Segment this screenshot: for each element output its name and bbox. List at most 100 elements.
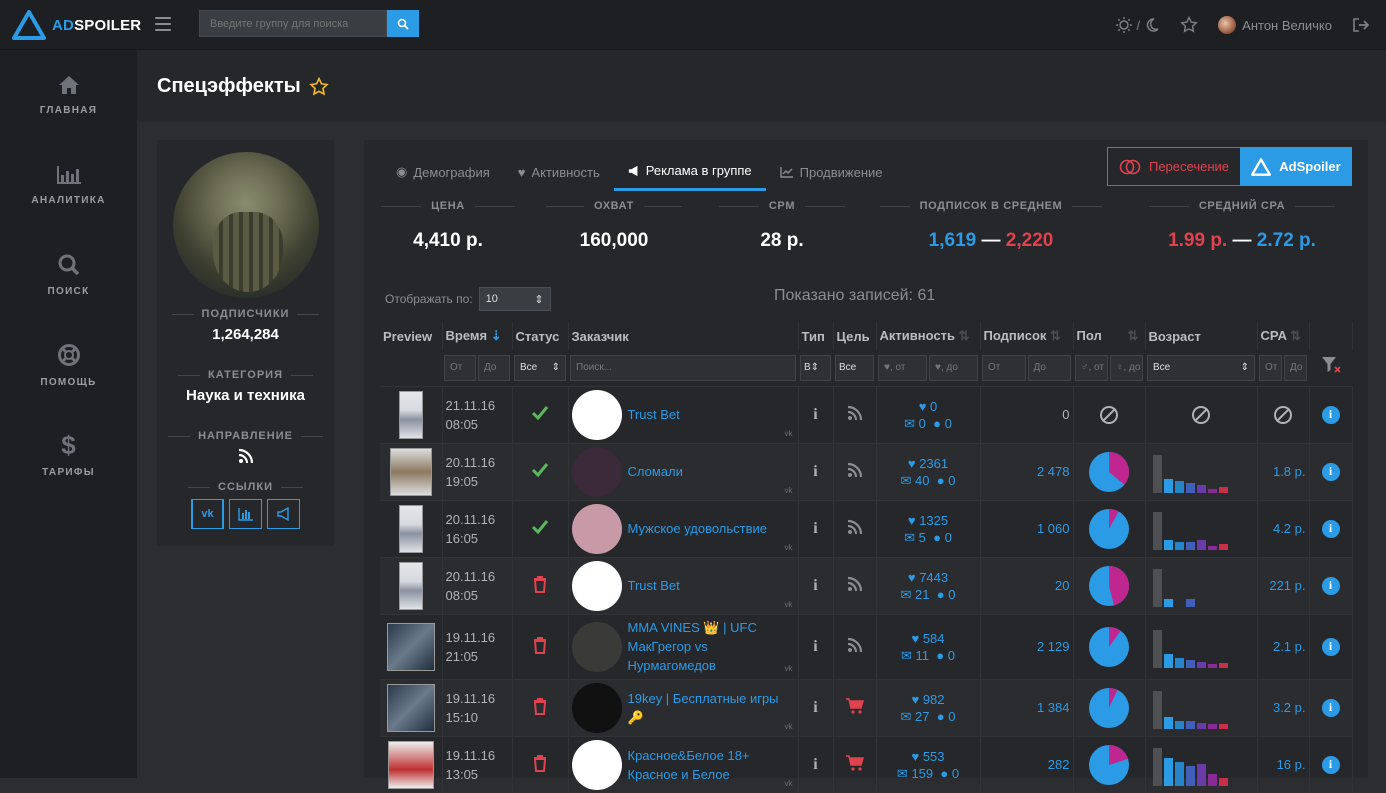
logo-text: ADSPOILER — [52, 16, 142, 34]
vk-link-button[interactable]: vk — [191, 499, 224, 529]
info-icon[interactable]: i — [1321, 462, 1340, 481]
favorite-star-icon[interactable] — [308, 76, 329, 97]
type-filter[interactable]: В ⇕ — [800, 354, 831, 381]
customer-avatar[interactable] — [571, 560, 622, 611]
sidebar-item-home[interactable]: ГЛАВНАЯ — [0, 50, 137, 140]
per-page-select[interactable]: 10 ⇕ — [478, 287, 551, 311]
customer-avatar[interactable] — [571, 446, 622, 497]
status-filter[interactable]: Все ⇕ — [514, 354, 566, 381]
trash-icon[interactable] — [533, 697, 547, 715]
cpa-from-input[interactable]: От — [1259, 354, 1282, 381]
time-from-input[interactable]: От — [444, 354, 476, 381]
sidebar-item-search[interactable]: ПОИСК — [0, 230, 137, 320]
logo[interactable]: ADSPOILER — [12, 9, 141, 41]
info-icon[interactable]: i — [1321, 576, 1340, 595]
trash-icon[interactable] — [533, 575, 547, 593]
clear-filter-icon[interactable] — [1321, 356, 1341, 374]
post-preview[interactable] — [398, 561, 423, 610]
records-count: Показано записей: 61 — [774, 287, 936, 304]
activity-to-input[interactable]: ♥, до — [929, 354, 978, 381]
post-preview[interactable] — [387, 740, 434, 789]
col-label: Пол — [1076, 328, 1102, 343]
reposts-count: 27 — [915, 708, 930, 724]
table-row[interactable]: 19.11.16 13:05 Красное&Белое 18+ Красное и… — [380, 735, 1353, 793]
post-preview[interactable] — [386, 683, 435, 732]
table-row[interactable]: 20.11.16 19:05 Сломали vk i ♥ 2361 ✉ 40 ● 0 2 4… — [380, 442, 1353, 500]
trash-icon[interactable] — [533, 754, 547, 772]
trash-icon[interactable] — [533, 636, 547, 654]
goal-filter[interactable]: Все — [835, 354, 874, 381]
post-preview[interactable] — [398, 390, 423, 439]
table-row[interactable]: 20.11.16 08:05 Trust Bet vk i ♥ 7443 ✉ 21 ● 0 2… — [380, 556, 1353, 614]
info-i-icon[interactable]: i — [813, 699, 817, 716]
customer-name-link[interactable]: Trust Bet — [628, 576, 680, 595]
col-time[interactable]: Время ⇣ — [442, 322, 513, 350]
customer-name-link[interactable]: Мужское удовольствие — [628, 519, 768, 538]
post-preview[interactable] — [398, 504, 423, 553]
favorites-star-icon[interactable] — [1180, 16, 1198, 34]
customer-name-link[interactable]: Сломали — [628, 462, 683, 481]
sex-to-input[interactable]: ♀, до — [1110, 354, 1143, 381]
col-activity[interactable]: Активность ⇅ — [876, 322, 981, 350]
cpa-to-input[interactable]: До — [1284, 354, 1307, 381]
info-i-icon[interactable]: i — [813, 406, 817, 423]
info-i-icon[interactable]: i — [813, 463, 817, 480]
user-menu[interactable]: Антон Величко — [1218, 16, 1332, 34]
info-i-icon[interactable]: i — [813, 577, 817, 594]
ads-link-button[interactable] — [267, 499, 300, 529]
sidebar-item-analytics[interactable]: АНАЛИТИКА — [0, 140, 137, 230]
sidebar-item-pricing[interactable]: $ ТАРИФЫ — [0, 410, 137, 500]
customer-avatar[interactable] — [571, 621, 622, 672]
adspoiler-button[interactable]: AdSpoiler — [1240, 147, 1352, 186]
sex-from-input[interactable]: ♂, от — [1075, 354, 1108, 381]
customer-name-link[interactable]: 19key | Бесплатные игры🔑 — [628, 689, 795, 727]
table-row[interactable]: 19.11.16 15:10 19key | Бесплатные игры🔑 vk i… — [380, 678, 1353, 736]
search-button[interactable] — [387, 10, 419, 37]
cpa-value: 1.8 р. — [1272, 464, 1306, 479]
info-icon[interactable]: i — [1321, 405, 1340, 424]
tab-activity[interactable]: ♥ Активность — [504, 153, 614, 191]
customer-avatar[interactable] — [571, 739, 622, 790]
info-icon[interactable]: i — [1321, 637, 1340, 656]
info-icon[interactable]: i — [1321, 698, 1340, 717]
sidebar-item-help[interactable]: ПОМОЩЬ — [0, 320, 137, 410]
customer-avatar[interactable] — [571, 503, 622, 554]
post-preview[interactable] — [386, 622, 435, 671]
post-preview[interactable] — [389, 447, 432, 496]
time-to-input[interactable]: До — [478, 354, 510, 381]
customer-name-link[interactable]: Красное&Белое 18+ Красное и Белое — [628, 746, 795, 784]
logout-icon[interactable] — [1352, 17, 1370, 33]
col-subs[interactable]: Подписок ⇅ — [980, 322, 1074, 350]
customer-avatar[interactable] — [571, 682, 622, 733]
customer-avatar[interactable] — [571, 389, 622, 440]
subs-to-input[interactable]: До — [1027, 354, 1071, 381]
info-i-icon[interactable]: i — [813, 756, 817, 773]
table-row[interactable]: 20.11.16 16:05 Мужское удовольствие vk i ♥ 13… — [380, 499, 1353, 557]
customer-search-input[interactable]: Поиск... — [570, 354, 796, 381]
intersection-button[interactable]: Пересечение — [1107, 147, 1241, 186]
sex-pie-chart — [1089, 451, 1130, 492]
col-sex[interactable]: Пол ⇅ — [1073, 322, 1146, 350]
tab-promotion[interactable]: Продвижение — [766, 153, 897, 191]
info-icon[interactable]: i — [1321, 519, 1340, 538]
info-icon[interactable]: i — [1321, 755, 1340, 774]
menu-icon[interactable] — [155, 17, 171, 31]
table-row[interactable]: 21.11.16 08:05 Trust Bet vk i ♥ 0 ✉ 0 ● 00i — [380, 385, 1353, 443]
activity-from-input[interactable]: ♥, от — [878, 354, 927, 381]
table-row[interactable]: 19.11.16 21:05 MMA VINES 👑 | UFC МакГрегор… — [380, 613, 1353, 679]
info-i-icon[interactable]: i — [813, 638, 817, 655]
age-bar — [1174, 761, 1184, 786]
theme-toggle[interactable]: / — [1115, 16, 1161, 34]
col-cpa[interactable]: CPA ⇅ — [1257, 322, 1310, 350]
tab-ads-in-group[interactable]: Реклама в группе — [613, 153, 766, 191]
stats-link-button[interactable] — [229, 499, 262, 529]
heart-icon: ♥ — [907, 569, 920, 585]
customer-name-link[interactable]: MMA VINES 👑 | UFC МакГрегор vs Нурмагоме… — [628, 618, 795, 675]
age-filter[interactable]: Все ⇕ — [1147, 354, 1255, 381]
customer-name-link[interactable]: Trust Bet — [628, 405, 680, 424]
tab-demography[interactable]: ◉ Демография — [382, 153, 504, 191]
info-i-icon[interactable]: i — [813, 520, 817, 537]
search-input[interactable] — [199, 10, 387, 37]
home-icon — [58, 75, 79, 94]
subs-from-input[interactable]: От — [982, 354, 1026, 381]
